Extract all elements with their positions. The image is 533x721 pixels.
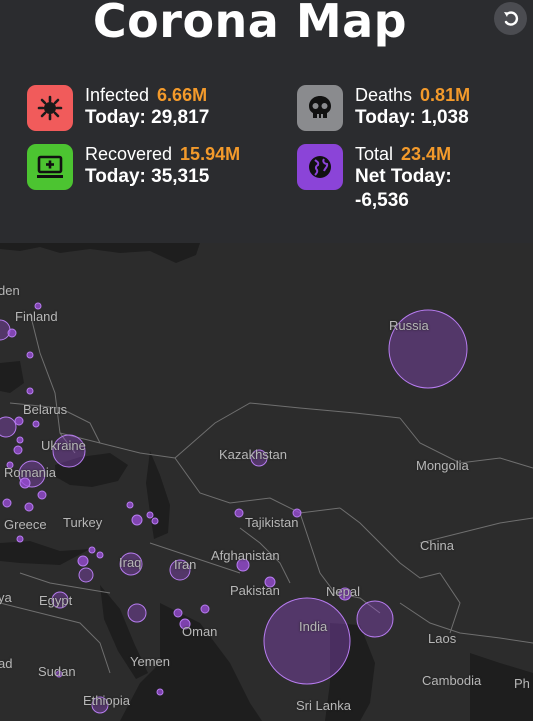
case-bubble[interactable]	[127, 603, 147, 623]
country-label: Ukraine	[41, 438, 86, 453]
app-title: Corona Map	[92, 0, 408, 48]
case-bubble[interactable]	[24, 502, 34, 512]
country-label: Mongolia	[416, 458, 469, 473]
case-bubble[interactable]	[2, 498, 12, 508]
country-label: Iraq	[119, 555, 142, 570]
net-today-value: -6,536	[355, 190, 409, 211]
country-label: Pakistan	[230, 583, 280, 598]
country-label: Sudan	[38, 664, 76, 679]
case-bubble[interactable]	[78, 567, 94, 583]
deaths-value: 0.81M	[420, 85, 471, 105]
country-label: Iran	[174, 557, 197, 572]
case-bubble[interactable]	[14, 416, 24, 426]
case-bubble[interactable]	[146, 511, 154, 519]
country-label: Ph	[514, 676, 530, 691]
country-label: Sri Lanka	[296, 698, 351, 713]
net-today-label: Net Today:	[355, 166, 452, 187]
case-bubble[interactable]	[37, 490, 47, 500]
case-bubble[interactable]	[0, 319, 11, 341]
country-label: China	[420, 538, 454, 553]
country-label: Tajikistan	[245, 515, 299, 530]
case-bubble[interactable]	[263, 597, 351, 685]
country-label: ya	[0, 590, 12, 605]
case-bubble[interactable]	[16, 535, 24, 543]
world-map[interactable]: den Finland Russia Belarus Ukraine Roman…	[0, 243, 533, 721]
case-bubble[interactable]	[7, 328, 17, 338]
country-label: Kazakhstan	[219, 447, 287, 462]
case-bubble[interactable]	[13, 445, 23, 455]
virus-icon	[27, 85, 73, 131]
infected-value: 6.66M	[157, 85, 208, 105]
recovered-label: Recovered	[85, 144, 173, 164]
country-label: den	[0, 283, 20, 298]
country-label: Cambodia	[422, 673, 482, 688]
case-bubble[interactable]	[156, 688, 164, 696]
case-bubble[interactable]	[126, 501, 134, 509]
recovered-value: 15.94M	[180, 144, 241, 164]
case-bubble[interactable]	[0, 416, 17, 438]
monitor-plus-icon	[27, 144, 73, 190]
stats-header: Corona Map Infected 6.66M Today: 29,817	[0, 0, 533, 243]
country-label: India	[299, 619, 328, 634]
case-bubble[interactable]	[356, 600, 394, 638]
country-label: Nepal	[326, 584, 360, 599]
country-label: ad	[0, 656, 13, 671]
skull-icon	[297, 85, 343, 131]
infected-label: Infected	[85, 85, 150, 105]
total-label: Total	[355, 144, 394, 164]
country-label: Egypt	[39, 593, 73, 608]
case-bubble[interactable]	[32, 420, 40, 428]
country-label: Romania	[4, 465, 57, 480]
country-label: Russia	[389, 318, 429, 333]
country-label: Turkey	[63, 515, 103, 530]
total-value: 23.4M	[401, 144, 452, 164]
country-label: Yemen	[130, 654, 170, 669]
undo-icon	[503, 10, 518, 26]
country-label: Oman	[182, 624, 218, 639]
country-label: Ethiopia	[83, 693, 130, 708]
case-bubble[interactable]	[26, 351, 34, 359]
case-bubble[interactable]	[26, 387, 34, 395]
case-bubble[interactable]	[131, 514, 143, 526]
country-label: Laos	[428, 631, 457, 646]
reset-button[interactable]	[494, 2, 527, 35]
case-bubble[interactable]	[234, 508, 244, 518]
infected-today: Today: 29,817	[85, 107, 210, 128]
case-bubble[interactable]	[151, 517, 159, 525]
case-bubble[interactable]	[77, 555, 89, 567]
deaths-label: Deaths	[355, 85, 413, 105]
deaths-today: Today: 1,038	[355, 107, 469, 128]
case-bubble[interactable]	[96, 551, 104, 559]
country-label: Finland	[15, 309, 58, 324]
country-label: Greece	[4, 517, 47, 532]
case-bubble[interactable]	[88, 546, 96, 554]
recovered-today: Today: 35,315	[85, 166, 210, 187]
map-canvas[interactable]	[0, 243, 533, 721]
case-bubble[interactable]	[173, 608, 183, 618]
case-bubble[interactable]	[200, 604, 210, 614]
globe-icon	[297, 144, 343, 190]
country-label: Afghanistan	[211, 548, 280, 563]
case-bubble[interactable]	[16, 436, 24, 444]
country-label: Belarus	[23, 402, 68, 417]
